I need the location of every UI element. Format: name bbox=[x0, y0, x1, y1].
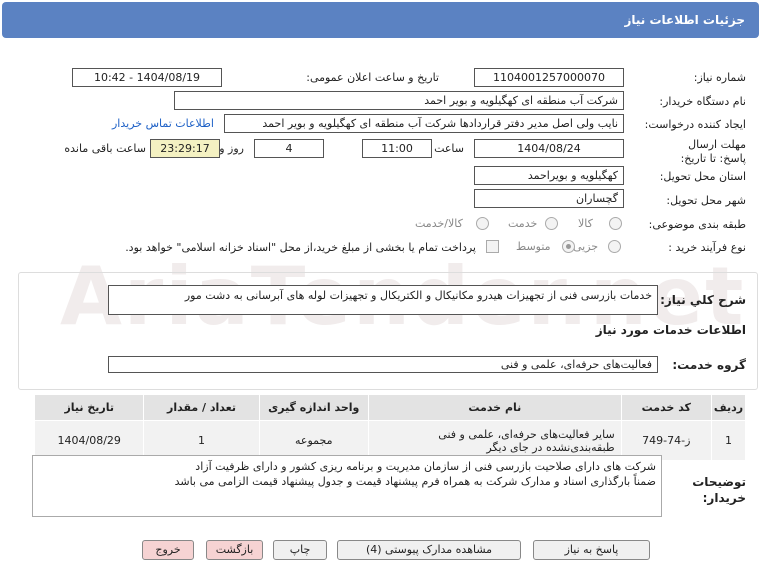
category-label: طبقه بندی موضوعی: bbox=[648, 218, 746, 231]
treasury-payment-checkbox[interactable] bbox=[486, 240, 499, 253]
reply-button[interactable]: پاسخ به نیاز bbox=[533, 540, 650, 560]
notes-field: شرکت های دارای صلاحیت بازرسی فنی از سازم… bbox=[32, 455, 662, 517]
deadline-date-field: 1404/08/24 bbox=[474, 139, 624, 158]
category-service-radio[interactable] bbox=[545, 217, 558, 230]
category-both-label: کالا/خدمت bbox=[415, 217, 463, 230]
announce-label: تاریخ و ساعت اعلان عمومی: bbox=[306, 71, 439, 84]
deadline-time-label: ساعت bbox=[434, 142, 464, 155]
creator-field: نایب ولی اصل مدیر دفتر قراردادها شرکت آب… bbox=[224, 114, 624, 133]
print-button[interactable]: چاپ bbox=[273, 540, 327, 560]
need-number-label: شماره نیاز: bbox=[693, 71, 746, 84]
col-code-header: کد خدمت bbox=[620, 394, 712, 421]
notes-line-1: شرکت های دارای صلاحیت بازرسی فنی از سازم… bbox=[195, 460, 656, 473]
table-header-row: ردیف کد خدمت نام خدمت واحد اندازه گیری ت… bbox=[33, 394, 747, 421]
deadline-label: مهلت ارسال پاسخ: تا تاریخ: bbox=[680, 138, 746, 165]
col-unit-header: واحد اندازه گیری bbox=[258, 394, 369, 421]
notes-line-2: ضمناً بارگذاری اسناد و مدارک شرکت به همر… bbox=[174, 475, 656, 488]
treasury-payment-note: پرداخت تمام یا بخشی از مبلغ خرید،از محل … bbox=[125, 241, 476, 254]
buyer-org-label: نام دستگاه خریدار: bbox=[659, 95, 746, 108]
buyer-contact-link[interactable]: اطلاعات تماس خریدار bbox=[112, 117, 214, 130]
category-goods-label: کالا bbox=[578, 217, 593, 230]
exit-button[interactable]: خروج bbox=[142, 540, 194, 560]
buyer-org-field: شرکت آب منطقه ای کهگیلویه و بویر احمد bbox=[174, 91, 624, 110]
summary-field: خدمات بازرسی فنی از تجهیزات هیدرو مکانیک… bbox=[108, 285, 658, 315]
process-medium-label: متوسط bbox=[516, 240, 551, 253]
page-header: جزئیات اطلاعات نیاز bbox=[2, 2, 759, 38]
back-button[interactable]: بازگشت bbox=[206, 540, 263, 560]
creator-label: ایجاد کننده درخواست: bbox=[644, 118, 746, 131]
province-label: استان محل تحویل: bbox=[659, 170, 746, 183]
attachments-button[interactable]: مشاهده مدارک پیوستی (4) bbox=[337, 540, 521, 560]
days-field: 4 bbox=[254, 139, 324, 158]
cell-row: 1 bbox=[710, 420, 747, 461]
process-label: نوع فرآیند خرید : bbox=[668, 241, 746, 254]
category-both-radio[interactable] bbox=[476, 217, 489, 230]
summary-label: شرح کلي نیاز: bbox=[660, 293, 746, 307]
services-table: ردیف کد خدمت نام خدمت واحد اندازه گیری ت… bbox=[33, 394, 747, 461]
process-medium-radio[interactable] bbox=[562, 240, 575, 253]
page-title: جزئیات اطلاعات نیاز bbox=[624, 13, 745, 27]
service-group-field: فعالیت‌های حرفه‌ای، علمی و فنی bbox=[108, 356, 658, 373]
remaining-label: ساعت باقی مانده bbox=[64, 142, 146, 155]
city-label: شهر محل تحویل: bbox=[666, 194, 746, 207]
city-field: گچساران bbox=[474, 189, 624, 208]
col-row-header: ردیف bbox=[710, 394, 747, 421]
services-section-title: اطلاعات خدمات مورد نیاز bbox=[595, 323, 746, 337]
days-label: روز و bbox=[219, 142, 244, 155]
process-minor-label: جزیی bbox=[573, 240, 599, 253]
col-date-header: تاریخ نیاز bbox=[33, 394, 145, 421]
notes-label: توضیحات خریدار: bbox=[692, 475, 746, 505]
col-qty-header: تعداد / مقدار bbox=[143, 394, 260, 421]
province-field: کهگیلویه و بویراحمد bbox=[474, 166, 624, 185]
announce-field: 1404/08/19 - 10:42 bbox=[72, 68, 222, 87]
category-goods-radio[interactable] bbox=[609, 217, 622, 230]
need-number-field: 1104001257000070 bbox=[474, 68, 624, 87]
service-group-label: گروه خدمت: bbox=[672, 358, 746, 372]
process-minor-radio[interactable] bbox=[608, 240, 621, 253]
deadline-time-field: 11:00 bbox=[362, 139, 432, 158]
remaining-time-field: 23:29:17 bbox=[150, 139, 220, 158]
category-service-label: خدمت bbox=[508, 217, 538, 230]
col-name-header: نام خدمت bbox=[367, 394, 622, 421]
